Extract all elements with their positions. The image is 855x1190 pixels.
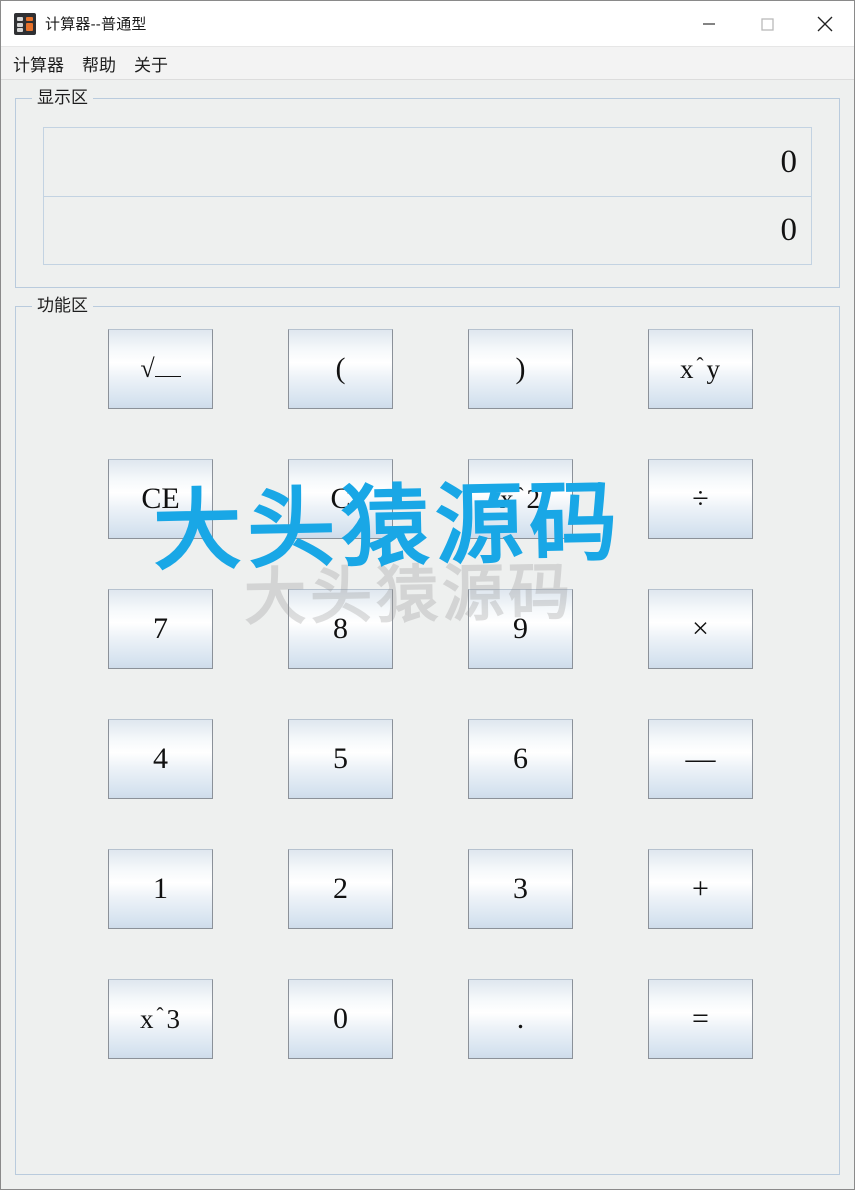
- key-label-paren-open: (: [335, 352, 346, 385]
- display-primary[interactable]: 0: [44, 128, 811, 196]
- key-digit-4[interactable]: 4: [108, 719, 213, 799]
- key-clear-entry[interactable]: CE: [108, 459, 213, 539]
- key-equals[interactable]: =: [648, 979, 753, 1059]
- key-power-y[interactable]: xˆy: [648, 329, 753, 409]
- key-sqrt[interactable]: √: [108, 329, 213, 409]
- key-label-multiply: ×: [692, 612, 709, 645]
- key-label-digit-0: 0: [333, 1002, 348, 1035]
- title-bar: 计算器--普通型: [1, 1, 854, 47]
- key-power-2[interactable]: xˆ2: [468, 459, 573, 539]
- window-title: 计算器--普通型: [45, 16, 147, 33]
- key-paren-close[interactable]: ): [468, 329, 573, 409]
- key-divide[interactable]: ÷: [648, 459, 753, 539]
- key-digit-5[interactable]: 5: [288, 719, 393, 799]
- key-digit-1[interactable]: 1: [108, 849, 213, 929]
- key-label-digit-8: 8: [333, 612, 348, 645]
- key-label-clear-entry: CE: [141, 482, 180, 515]
- key-digit-8[interactable]: 8: [288, 589, 393, 669]
- key-add[interactable]: +: [648, 849, 753, 929]
- key-label-subtract: —: [685, 742, 716, 775]
- key-paren-open[interactable]: (: [288, 329, 393, 409]
- maximize-icon: [761, 17, 774, 31]
- keypad-grid: √ () xˆy CE Cxˆ2 ÷ 7 8 9 × 4 5 6 — 1 2 3 + xˆ3 0. =: [16, 329, 839, 1059]
- key-power-3[interactable]: xˆ3: [108, 979, 213, 1059]
- key-decimal[interactable]: .: [468, 979, 573, 1059]
- key-label-digit-2: 2: [333, 872, 348, 905]
- key-label-divide: ÷: [692, 482, 709, 515]
- function-group-label: 功能区: [32, 295, 93, 317]
- key-digit-6[interactable]: 6: [468, 719, 573, 799]
- key-label-paren-close: ): [515, 352, 526, 385]
- key-clear[interactable]: C: [288, 459, 393, 539]
- key-label-digit-6: 6: [513, 742, 528, 775]
- function-group: 功能区 √ () xˆy CE Cxˆ2 ÷ 7 8 9 × 4 5 6 — 1 2 3 + xˆ3 0. =: [15, 295, 840, 1175]
- key-digit-3[interactable]: 3: [468, 849, 573, 929]
- key-label-power-3: xˆ3: [140, 1003, 181, 1034]
- minimize-icon: [703, 22, 715, 25]
- close-button[interactable]: [796, 1, 854, 46]
- key-label-digit-5: 5: [333, 742, 348, 775]
- menu-item-about[interactable]: 关于: [134, 49, 178, 78]
- key-multiply[interactable]: ×: [648, 589, 753, 669]
- key-label-digit-1: 1: [153, 872, 168, 905]
- display-stack: 0 0: [43, 127, 812, 265]
- key-label-power-y: xˆy: [680, 353, 721, 384]
- key-digit-7[interactable]: 7: [108, 589, 213, 669]
- key-label-power-2: xˆ2: [500, 483, 541, 514]
- window-controls: [680, 1, 854, 46]
- sqrt-bar: [154, 376, 181, 377]
- key-digit-0[interactable]: 0: [288, 979, 393, 1059]
- client-area: 显示区 0 0 功能区 √ () xˆy CE Cxˆ2 ÷ 7 8 9 × 4 5 6 — 1 2 3 + xˆ3…: [1, 80, 854, 1189]
- key-digit-2[interactable]: 2: [288, 849, 393, 929]
- key-label-clear: C: [330, 482, 351, 515]
- display-secondary[interactable]: 0: [44, 196, 811, 264]
- key-subtract[interactable]: —: [648, 719, 753, 799]
- display-group-label: 显示区: [32, 87, 93, 109]
- maximize-button[interactable]: [738, 1, 796, 46]
- calculator-window: 计算器--普通型 计算器 帮助 关于 显示区 0 0 功能区 √ () xˆy…: [0, 0, 855, 1190]
- menu-item-help[interactable]: 帮助: [82, 49, 126, 78]
- display-group: 显示区 0 0: [15, 87, 840, 288]
- key-label-equals: =: [692, 1002, 709, 1035]
- key-label-digit-7: 7: [153, 612, 168, 645]
- key-label-digit-3: 3: [513, 872, 528, 905]
- minimize-button[interactable]: [680, 1, 738, 46]
- key-digit-9[interactable]: 9: [468, 589, 573, 669]
- menu-bar: 计算器 帮助 关于: [1, 47, 854, 80]
- key-label-sqrt: √: [140, 356, 181, 382]
- close-icon: [817, 16, 833, 31]
- menu-item-calculator[interactable]: 计算器: [13, 49, 74, 78]
- key-label-digit-9: 9: [513, 612, 528, 645]
- key-label-add: +: [692, 872, 709, 905]
- key-label-digit-4: 4: [153, 742, 168, 775]
- calculator-icon: [14, 12, 36, 35]
- key-label-decimal: .: [516, 1002, 525, 1035]
